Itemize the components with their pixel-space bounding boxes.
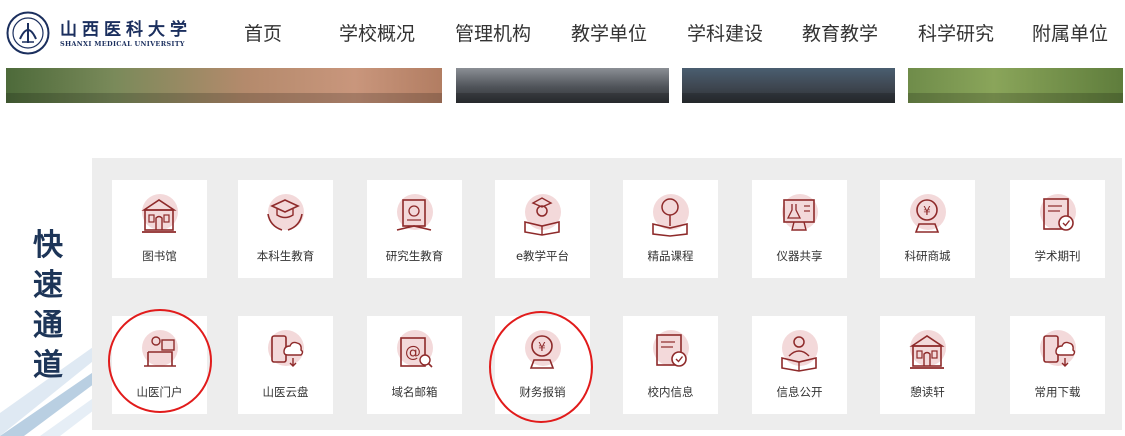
nav-education[interactable]: 教育教学 — [802, 19, 878, 46]
tile-domain-email[interactable]: @ 域名邮箱 — [367, 316, 462, 414]
tile-reading-house[interactable]: 憩读轩 — [880, 316, 975, 414]
tile-e-teaching[interactable]: e教学平台 — [495, 180, 590, 278]
tile-campus-info[interactable]: 校内信息 — [623, 316, 718, 414]
tile-label: 校内信息 — [647, 385, 694, 399]
email-at-icon: @ — [397, 330, 433, 368]
tile-common-downloads[interactable]: 常用下载 — [1010, 316, 1105, 414]
tile-undergraduate[interactable]: 本科生教育 — [238, 180, 333, 278]
cloud-phone-icon — [268, 330, 304, 367]
journal-badge-icon — [1040, 194, 1076, 231]
banner-image-4[interactable] — [908, 68, 1123, 103]
tile-label: 憩读轩 — [910, 385, 945, 399]
university-name-en: SHANXI MEDICAL UNIVERSITY — [60, 40, 185, 48]
tile-research-mall[interactable]: ¥ 科研商城 — [880, 180, 975, 278]
nav-administration[interactable]: 管理机构 — [455, 19, 531, 46]
tile-academic-journals[interactable]: 学术期刊 — [1010, 180, 1105, 278]
reading-house-icon — [909, 330, 946, 369]
tile-library[interactable]: 图书馆 — [112, 180, 207, 278]
document-badge-icon — [653, 330, 689, 367]
svg-text:¥: ¥ — [923, 204, 931, 218]
university-name-cn: 山西医科大学 — [60, 20, 192, 40]
site-header: 山西医科大学 SHANXI MEDICAL UNIVERSITY 首页 学校概况… — [0, 0, 1125, 68]
tile-label: 科研商城 — [904, 249, 951, 263]
library-building-icon — [141, 194, 178, 233]
nav-affiliated-units[interactable]: 附属单位 — [1032, 19, 1108, 46]
tile-label: 研究生教育 — [385, 249, 444, 263]
certificate-book-icon — [396, 194, 433, 231]
tile-cloud-drive[interactable]: 山医云盘 — [238, 316, 333, 414]
crystal-ball-yen-icon: ¥ — [910, 194, 946, 233]
tile-instrument-sharing[interactable]: 仪器共享 — [752, 180, 847, 278]
graduation-cap-hands-icon — [267, 194, 304, 231]
tile-label: 常用下载 — [1034, 385, 1081, 399]
download-phone-icon — [1040, 330, 1076, 367]
tile-label: 信息公开 — [776, 385, 823, 399]
nav-discipline-building[interactable]: 学科建设 — [687, 19, 763, 46]
tile-graduate[interactable]: 研究生教育 — [367, 180, 462, 278]
svg-text:@: @ — [405, 342, 421, 361]
tile-label: 本科生教育 — [256, 249, 315, 263]
tile-label: e教学平台 — [515, 249, 570, 263]
tile-quality-courses[interactable]: 精品课程 — [623, 180, 718, 278]
quick-access-title: 快 速 通 道 — [33, 228, 63, 383]
tile-label: 精品课程 — [647, 249, 694, 263]
tile-label: 图书馆 — [142, 249, 177, 263]
university-seal-icon — [6, 11, 50, 55]
nav-research[interactable]: 科学研究 — [918, 19, 994, 46]
banner-image-1[interactable] — [6, 68, 442, 103]
highlight-circle-portal — [108, 309, 212, 413]
open-book-tree-icon — [652, 194, 689, 237]
tile-label: 仪器共享 — [776, 249, 823, 263]
tile-information-disclosure[interactable]: 信息公开 — [752, 316, 847, 414]
university-logo[interactable]: 山西医科大学 SHANXI MEDICAL UNIVERSITY — [6, 11, 206, 55]
reader-book-icon — [781, 330, 818, 372]
banner-image-3[interactable] — [682, 68, 895, 103]
banner-image-2[interactable] — [456, 68, 669, 103]
nav-teaching-units[interactable]: 教学单位 — [571, 19, 647, 46]
nav-school-overview[interactable]: 学校概况 — [339, 19, 415, 46]
tile-label: 学术期刊 — [1034, 249, 1081, 263]
highlight-circle-finance — [489, 311, 593, 423]
teacher-book-icon — [524, 194, 561, 236]
tile-label: 域名邮箱 — [391, 385, 438, 399]
nav-home[interactable]: 首页 — [244, 19, 282, 46]
tile-label: 山医云盘 — [262, 385, 309, 399]
lab-flask-monitor-icon — [782, 194, 818, 231]
